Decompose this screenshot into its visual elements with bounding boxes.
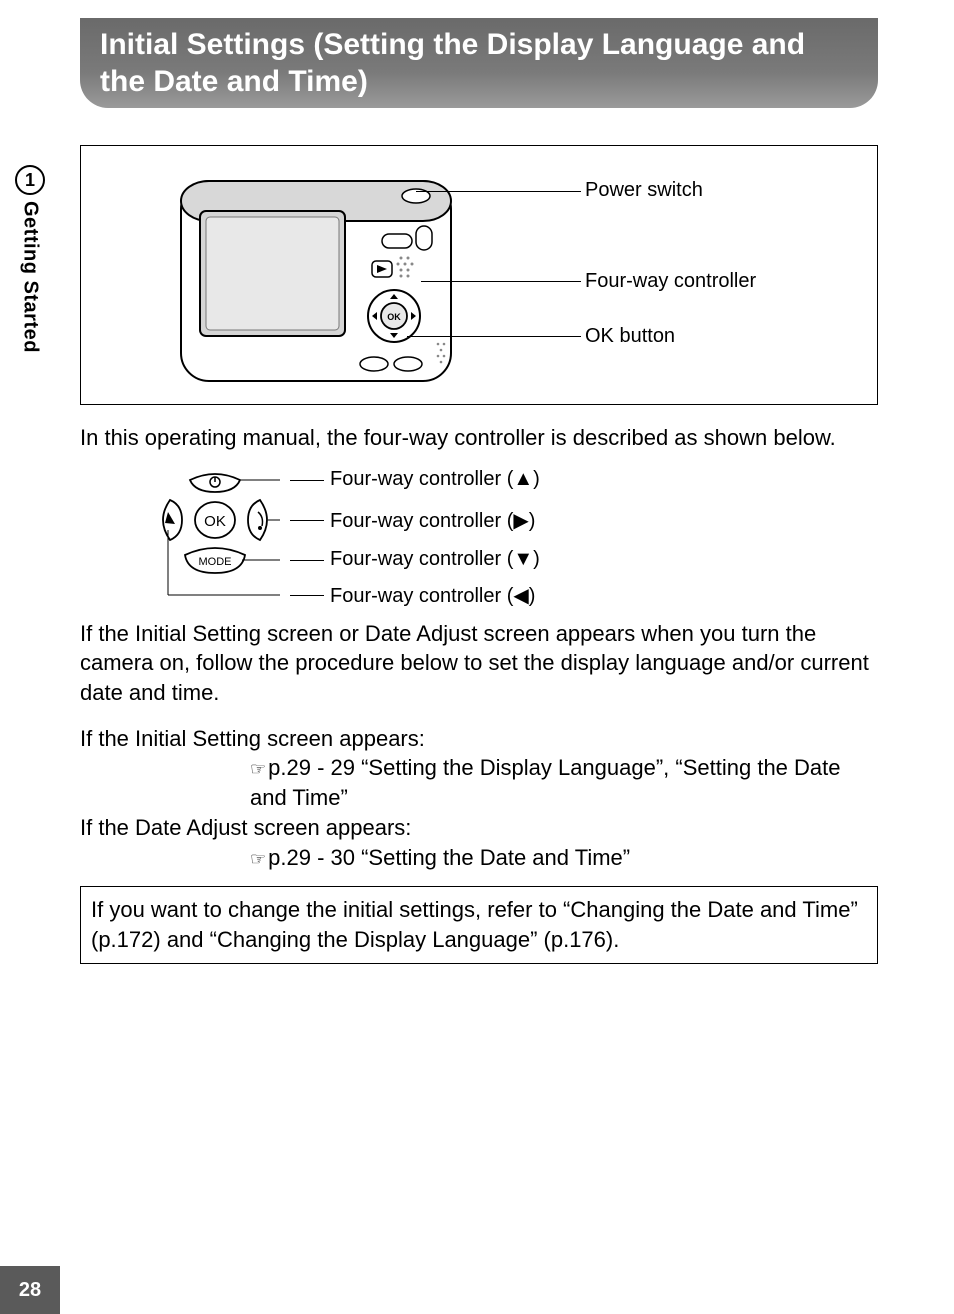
cond2-ref: ☞p.29 - 30 “Setting the Date and Time” — [250, 843, 878, 873]
controller-illustration: OK MODE — [150, 470, 280, 610]
intro-paragraph: In this operating manual, the four-way c… — [80, 423, 878, 453]
page-header: Initial Settings (Setting the Display La… — [80, 18, 878, 108]
svg-text:OK: OK — [387, 312, 401, 322]
callout-ok: OK button — [585, 325, 675, 348]
page-title: Initial Settings (Setting the Display La… — [100, 26, 858, 101]
controller-up-label: Four-way controller (▲) — [330, 468, 540, 491]
chapter-tab: 1 Getting Started — [0, 165, 60, 353]
svg-text:MODE: MODE — [199, 556, 232, 568]
camera-diagram: OK Power switch Four-way controller OK b… — [80, 145, 878, 405]
pointer-icon: ☞ — [250, 759, 266, 779]
camera-illustration: OK — [176, 166, 466, 391]
note-box: If you want to change the initial settin… — [80, 886, 878, 963]
cond1-ref: ☞p.29 - 29 “Setting the Display Language… — [250, 753, 878, 812]
main-content: OK Power switch Four-way controller OK b… — [80, 145, 878, 964]
svg-text:OK: OK — [204, 513, 226, 530]
controller-right-label: Four-way controller (▶) — [330, 508, 535, 533]
cond1-heading: If the Initial Setting screen appears: — [80, 724, 878, 754]
note-text: If you want to change the initial settin… — [91, 897, 858, 952]
pointer-icon: ☞ — [250, 849, 266, 869]
controller-left-label: Four-way controller (◀) — [330, 583, 535, 608]
controller-diagram: OK MODE Four-way controller (▲) Four-way… — [80, 465, 878, 615]
para-initial: If the Initial Setting screen or Date Ad… — [80, 619, 878, 708]
page-number: 28 — [0, 1266, 60, 1314]
callout-fourway: Four-way controller — [585, 270, 756, 293]
chapter-label: Getting Started — [19, 201, 42, 353]
cond2-heading: If the Date Adjust screen appears: — [80, 813, 878, 843]
callout-power-switch: Power switch — [585, 179, 703, 202]
chapter-number: 1 — [15, 165, 45, 195]
controller-down-label: Four-way controller (▼) — [330, 548, 540, 571]
